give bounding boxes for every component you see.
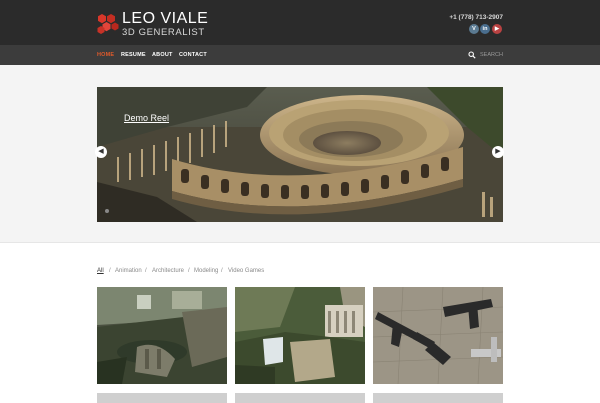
portfolio-thumb[interactable] — [235, 393, 365, 403]
slider-dot-1[interactable] — [105, 209, 109, 213]
portfolio-thumb[interactable] — [97, 287, 227, 384]
temple-cliff-image — [235, 287, 365, 384]
vimeo-icon[interactable]: V — [469, 24, 479, 34]
site-header: LEO VIALE 3D GENERALIST +1 (778) 713-290… — [0, 0, 600, 45]
nav-item-resume[interactable]: RESUME — [121, 52, 146, 59]
slide-caption-link[interactable]: Demo Reel — [124, 113, 169, 124]
filter-modeling[interactable]: Modeling — [194, 267, 218, 275]
brand-name[interactable]: LEO VIALE — [122, 11, 208, 27]
search-icon[interactable] — [468, 51, 476, 59]
portfolio-thumb[interactable] — [97, 393, 227, 403]
arrow-left-icon[interactable]: ◀ — [95, 146, 107, 158]
logo-icon[interactable] — [97, 13, 119, 35]
firearms-model-image — [373, 287, 503, 384]
filter-video-games[interactable]: Video Games — [228, 267, 264, 275]
hero-slide-image[interactable] — [97, 87, 503, 222]
portfolio-thumb[interactable] — [373, 393, 503, 403]
filter-separator: / — [109, 268, 111, 274]
filter-separator: / — [221, 268, 223, 274]
phone-number: +1 (778) 713-2907 — [449, 14, 503, 21]
filter-separator: / — [145, 268, 147, 274]
nav-item-home[interactable]: HOME — [97, 52, 114, 59]
filter-animation[interactable]: Animation — [115, 267, 142, 275]
brand-tagline: 3D GENERALIST — [122, 27, 205, 38]
ruins-waterfall-image — [97, 287, 227, 384]
portfolio-thumb[interactable] — [373, 287, 503, 384]
main-nav: HOME RESUME ABOUT CONTACT — [0, 45, 600, 65]
arrow-right-icon[interactable]: ▶ — [492, 146, 504, 158]
youtube-icon[interactable]: ▶ — [492, 24, 502, 34]
filter-architecture[interactable]: Architecture — [152, 267, 184, 275]
filter-all[interactable]: All — [97, 267, 104, 275]
nav-item-about[interactable]: ABOUT — [152, 52, 173, 59]
filter-separator: / — [188, 268, 190, 274]
portfolio-thumb[interactable] — [235, 287, 365, 384]
amphitheater-image — [97, 87, 503, 222]
linkedin-icon[interactable]: in — [480, 24, 490, 34]
nav-item-contact[interactable]: CONTACT — [179, 52, 207, 59]
search-input[interactable] — [480, 51, 505, 60]
